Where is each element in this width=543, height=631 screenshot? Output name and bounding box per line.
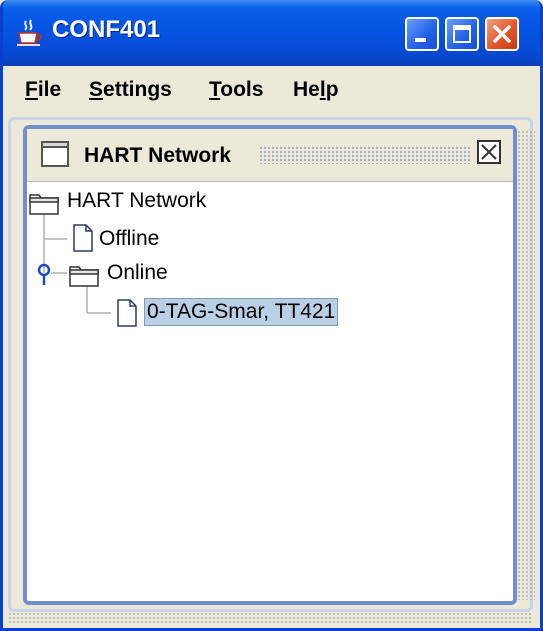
tree-node-online[interactable]: Online xyxy=(107,261,168,285)
app-window: CONF401 File Settings Tools Help HART Ne… xyxy=(0,0,543,631)
resize-grip-bottom[interactable] xyxy=(8,612,533,624)
tree-toggle-icon[interactable] xyxy=(36,263,52,287)
panel-title-bar[interactable]: HART Network xyxy=(27,129,513,182)
document-icon xyxy=(73,224,93,252)
menu-settings-label: ettings xyxy=(103,78,172,101)
tree-node-offline[interactable]: Offline xyxy=(99,227,159,251)
menu-tools[interactable]: Tools xyxy=(209,78,263,102)
resize-grip-right[interactable] xyxy=(517,130,535,600)
title-bar[interactable]: CONF401 xyxy=(3,0,540,66)
menu-bar: File Settings Tools Help xyxy=(3,66,540,120)
tree-node-device[interactable]: 0-TAG-Smar, TT421 xyxy=(144,298,339,326)
menu-settings[interactable]: Settings xyxy=(89,78,172,102)
window-icon xyxy=(41,141,69,167)
menu-settings-mnemonic: S xyxy=(89,78,104,101)
menu-file-mnemonic: F xyxy=(25,78,38,101)
close-icon xyxy=(493,25,511,43)
menu-tools-mnemonic: T xyxy=(209,78,221,101)
window-title: CONF401 xyxy=(52,16,161,43)
tree-node-root[interactable]: HART Network xyxy=(67,189,206,213)
hart-network-panel: HART Network HART Network Offline Online… xyxy=(23,125,517,605)
menu-help-label-end: p xyxy=(325,78,339,101)
menu-file-label: ile xyxy=(37,78,62,101)
menu-tools-label: ools xyxy=(220,78,264,101)
maximize-icon xyxy=(453,25,471,43)
document-icon xyxy=(117,299,137,327)
close-button[interactable] xyxy=(485,17,519,51)
panel-drag-grip xyxy=(259,146,472,164)
panel-title: HART Network xyxy=(84,144,232,167)
maximize-button[interactable] xyxy=(445,17,479,51)
menu-help-label-start: He xyxy=(293,78,320,101)
menu-file[interactable]: File xyxy=(25,78,61,102)
menu-help[interactable]: Help xyxy=(293,78,339,102)
minimize-icon xyxy=(415,38,426,42)
folder-icon xyxy=(29,194,59,215)
panel-close-icon[interactable] xyxy=(477,140,501,164)
minimize-button[interactable] xyxy=(405,17,439,51)
folder-icon xyxy=(69,266,99,287)
java-cup-icon xyxy=(17,19,42,46)
